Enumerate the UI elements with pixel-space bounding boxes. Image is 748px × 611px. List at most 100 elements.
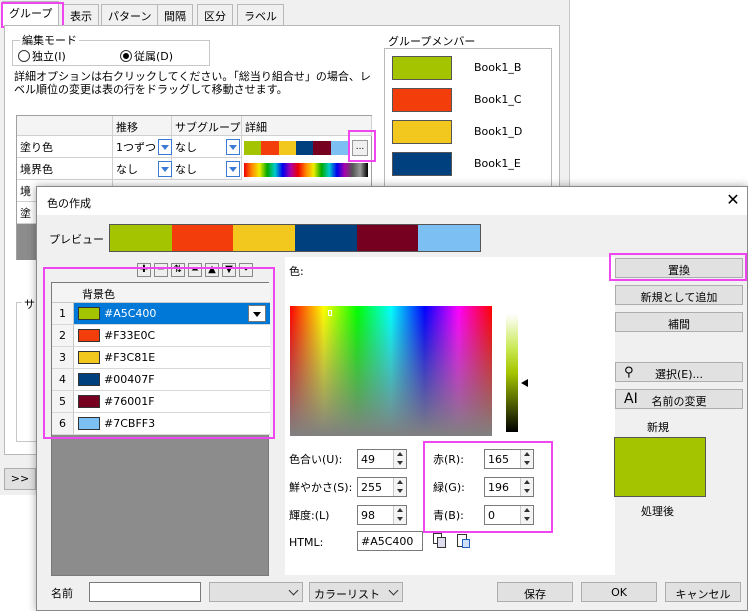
color-list[interactable]: 背景色 1 #A5C400 2 #F33E0C 3 #F3C81E 4 #004… (51, 282, 270, 576)
text-cursor-icon: AI (624, 391, 638, 407)
member-swatch (392, 152, 452, 176)
member-swatch (392, 120, 452, 144)
cancel-button[interactable]: キャンセル (665, 582, 741, 602)
tab-division[interactable]: 区分 (197, 4, 233, 26)
palette-swatch (261, 141, 279, 155)
select-color-button[interactable]: ⚲ 選択(E)... (615, 362, 743, 382)
instructions-text: 詳細オプションは右クリックしてください。「総当り組合せ」の場合、レベル順位の変更… (14, 70, 371, 96)
group-members-list[interactable]: Book1_B Book1_C Book1_D Book1_E (384, 48, 552, 188)
tab-label[interactable]: ラベル (237, 4, 284, 26)
spectrum-cursor[interactable] (328, 310, 332, 316)
more-options-button[interactable]: ... (352, 140, 368, 156)
member-name: Book1_D (474, 125, 523, 138)
expand-button[interactable]: >> (4, 468, 36, 490)
grid-header-subgroup: サブグループ (172, 116, 242, 136)
move-down-icon[interactable]: ▼ (222, 263, 236, 277)
palette-select[interactable] (209, 582, 303, 602)
color-label: 色: (289, 265, 304, 278)
step-dropdown-button[interactable] (158, 161, 172, 177)
after-label: 処理後 (641, 505, 674, 518)
move-bottom-icon[interactable]: ⏷ (239, 263, 253, 277)
luminance-spinner[interactable]: 98 (357, 505, 407, 525)
red-spinner[interactable]: 165 (484, 449, 534, 469)
step-dropdown-button[interactable] (158, 139, 172, 155)
grid-corner (17, 116, 113, 136)
preview-swatch (171, 225, 234, 251)
fill-color-palette-preview[interactable] (244, 141, 348, 155)
tab-spacing[interactable]: 間隔 (157, 4, 193, 26)
preview-swatch (356, 225, 419, 251)
luminance-slider-handle[interactable] (521, 379, 528, 387)
luminance-label: 輝度:(L) (289, 509, 330, 522)
row-number: 1 (52, 303, 74, 325)
red-label: 赤(R): (433, 453, 464, 466)
move-up-icon[interactable]: ▲ (205, 263, 219, 277)
saturation-spinner[interactable]: 255 (357, 477, 407, 497)
color-row[interactable]: #F3C81E (74, 347, 270, 369)
tab-pattern[interactable]: パターン (101, 4, 159, 26)
radio-circle (18, 50, 30, 62)
green-spinner[interactable]: 196 (484, 477, 534, 497)
spinner-arrows[interactable] (393, 506, 406, 524)
spinner-arrows[interactable] (520, 478, 533, 496)
blue-spinner[interactable]: 0 (484, 505, 534, 525)
color-row[interactable]: #F33E0C (74, 325, 270, 347)
palette-swatch (330, 141, 348, 155)
add-row-icon[interactable]: ✚ (137, 263, 151, 277)
tab-display[interactable]: 表示 (63, 4, 99, 26)
tab-group[interactable]: グループ (2, 1, 60, 26)
member-name: Book1_E (474, 157, 521, 170)
grid-row-name[interactable]: 塗り色 (17, 136, 113, 158)
color-row[interactable]: #7CBFF3 (74, 413, 270, 435)
radio-independent[interactable]: 独立(I) (18, 48, 66, 64)
subgroup-dropdown-button[interactable] (226, 161, 240, 177)
saturation-label: 鮮やかさ(S): (289, 481, 353, 494)
color-list-header: 背景色 (52, 283, 270, 303)
preview-swatch (233, 225, 296, 251)
spinner-arrows[interactable] (520, 450, 533, 468)
close-icon[interactable]: ✕ (725, 191, 741, 209)
radio-dependent[interactable]: 従属(D) (120, 48, 173, 64)
replace-button[interactable]: 置換 (615, 258, 743, 278)
name-input[interactable] (89, 582, 201, 602)
chevron-down-icon (388, 585, 399, 596)
color-builder-dialog: 色の作成 ✕ プレビュー ✚ − ⇅ ⏶ ▲ ▼ ⏷ 背景色 1 #A5C400… (36, 186, 748, 611)
color-row[interactable]: #00407F (74, 369, 270, 391)
save-button[interactable]: 保存 (497, 582, 573, 602)
interpolate-button[interactable]: 補間 (615, 312, 743, 332)
luminance-slider[interactable] (506, 314, 518, 432)
grid-row-name[interactable]: 境界色 (17, 158, 113, 180)
remove-row-icon[interactable]: − (154, 263, 168, 277)
color-swatch (78, 373, 100, 386)
subgroup-dropdown-button[interactable] (226, 139, 240, 155)
color-swatch (78, 395, 100, 408)
blue-label: 青(B): (433, 509, 464, 522)
copy-icon[interactable] (433, 533, 447, 548)
color-spectrum[interactable] (290, 306, 492, 436)
color-swatch (78, 307, 100, 320)
colorlist-select[interactable]: カラーリスト (309, 582, 403, 602)
spinner-arrows[interactable] (393, 478, 406, 496)
add-new-button[interactable]: 新規として追加 (615, 285, 743, 305)
ok-button[interactable]: OK (581, 582, 657, 602)
sub-groupbox (16, 302, 36, 442)
row-number: 6 (52, 413, 74, 435)
grid-header-detail: 詳細 (242, 116, 372, 136)
palette-swatch (295, 141, 314, 155)
color-row-selected[interactable]: #A5C400 (74, 303, 270, 325)
html-label: HTML: (289, 536, 324, 549)
rename-button[interactable]: AI 名前の変更 (615, 389, 743, 409)
spinner-arrows[interactable] (393, 450, 406, 468)
border-color-palette-preview[interactable] (244, 163, 368, 177)
new-label: 新規 (647, 421, 669, 434)
paste-icon[interactable] (457, 533, 471, 548)
hue-spinner[interactable]: 49 (357, 449, 407, 469)
spinner-arrows[interactable] (520, 506, 533, 524)
move-top-icon[interactable]: ⏶ (188, 263, 202, 277)
color-row[interactable]: #76001F (74, 391, 270, 413)
dialog-title: 色の作成 (47, 197, 91, 210)
swap-icon[interactable]: ⇅ (171, 263, 185, 277)
color-row-dropdown-button[interactable] (248, 305, 266, 322)
dialog-titlebar: 色の作成 ✕ (37, 187, 747, 215)
html-color-input[interactable]: #A5C400 (357, 531, 423, 551)
